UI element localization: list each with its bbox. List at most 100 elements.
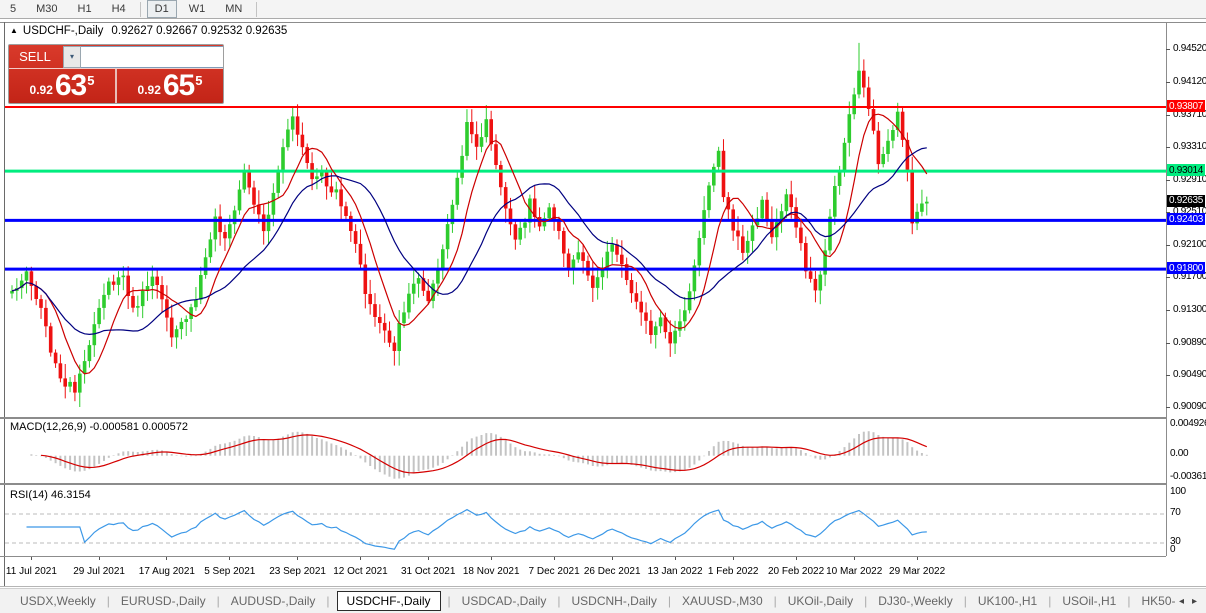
- tab-separator: |: [107, 594, 110, 608]
- date-label: 18 Nov 2021: [459, 566, 523, 577]
- timeframe-toolbar: 5M30 H1H4 D1W1MN: [0, 0, 1206, 19]
- macd-histogram: [30, 431, 927, 479]
- date-label: 31 Oct 2021: [396, 566, 460, 577]
- date-axis[interactable]: 11 Jul 202129 Jul 202117 Aug 20215 Sep 2…: [5, 556, 1166, 586]
- tab-xauusd-m30[interactable]: XAUUSD-,M30: [678, 592, 767, 610]
- price-tick: [1166, 310, 1170, 311]
- candles: [10, 43, 928, 407]
- timeframe-mn-button[interactable]: MN: [217, 0, 250, 18]
- rsi-axis-label: 70: [1170, 507, 1181, 518]
- price-tick-label: 0.93310: [1173, 141, 1206, 152]
- statusbar-separator: [0, 586, 1206, 587]
- price-level-label: 0.92403: [1167, 213, 1205, 225]
- price-tick-label: 0.94520: [1173, 43, 1206, 54]
- macd-axis-label: 0.00: [1170, 448, 1188, 459]
- tab-eurusd-daily[interactable]: EURUSD-,Daily: [117, 592, 210, 610]
- tab-separator: |: [774, 594, 777, 608]
- date-label: 17 Aug 2021: [135, 566, 199, 577]
- tab-uk100-h1[interactable]: UK100-,H1: [974, 592, 1041, 610]
- price-tick: [1166, 49, 1170, 50]
- date-label: 29 Jul 2021: [67, 566, 131, 577]
- price-tick: [1166, 245, 1170, 246]
- toolbar-separator: [256, 2, 257, 17]
- date-tick: [854, 557, 855, 560]
- tab-usdcnh-daily[interactable]: USDCNH-,Daily: [567, 592, 660, 610]
- macd-label: MACD(12,26,9) -0.000581 0.000572: [10, 421, 188, 433]
- price-tick-label: 0.92100: [1173, 239, 1206, 250]
- price-tick: [1166, 82, 1170, 83]
- price-tick: [1166, 277, 1170, 278]
- tab-separator: |: [668, 594, 671, 608]
- tab-separator: |: [964, 594, 967, 608]
- tab-hk50-h1[interactable]: HK50-,H1: [1137, 592, 1174, 610]
- date-label: 10 Mar 2022: [822, 566, 886, 577]
- moving-average-line: [12, 114, 927, 374]
- price-level-label: 0.93014: [1167, 164, 1205, 176]
- macd-panel-separator[interactable]: [0, 417, 1166, 419]
- tab-dj30-weekly[interactable]: DJ30-,Weekly: [874, 592, 956, 610]
- date-tick: [491, 557, 492, 560]
- date-label: 11 Jul 2021: [0, 566, 63, 577]
- price-tick-label: 0.94120: [1173, 76, 1206, 87]
- date-label: 20 Feb 2022: [764, 566, 828, 577]
- price-level-label: 0.92635: [1167, 195, 1205, 207]
- trading-terminal-window: 5M30H1H4D1W1MN ▲USDCHF-,Daily0.92627 0.9…: [0, 0, 1206, 613]
- date-tick: [166, 557, 167, 560]
- tab-usdchf-daily[interactable]: USDCHF-,Daily: [337, 591, 441, 611]
- rsi-indicator-canvas[interactable]: [5, 487, 1166, 556]
- date-label: 1 Feb 2022: [701, 566, 765, 577]
- tab-separator: |: [864, 594, 867, 608]
- date-label: 7 Dec 2021: [522, 566, 586, 577]
- date-tick: [733, 557, 734, 560]
- date-label: 12 Oct 2021: [329, 566, 393, 577]
- tab-ukoil-daily[interactable]: UKOil-,Daily: [784, 592, 857, 610]
- moving-average-line: [12, 148, 927, 335]
- date-label: 29 Mar 2022: [885, 566, 949, 577]
- tab-usoil-h1[interactable]: USOil-,H1: [1058, 592, 1120, 610]
- tab-audusd-daily[interactable]: AUDUSD-,Daily: [227, 592, 320, 610]
- tabs-scroll-left-icon[interactable]: ◂: [1175, 596, 1188, 607]
- rsi-label: RSI(14) 46.3154: [10, 489, 91, 501]
- date-tick: [554, 557, 555, 560]
- price-tick: [1166, 147, 1170, 148]
- timeframe-button-group: 5M30 H1H4 D1W1MN: [0, 0, 261, 18]
- tabs-scroll-right-icon[interactable]: ▸: [1188, 596, 1201, 607]
- date-tick: [297, 557, 298, 560]
- rsi-axis-label: 100: [1170, 486, 1186, 497]
- timeframe-w1-button[interactable]: W1: [181, 0, 214, 18]
- chart-tabs: USDX,Weekly | EURUSD-,Daily | AUDUSD-,Daily |…: [0, 591, 1175, 611]
- macd-signal-line: [41, 435, 927, 473]
- date-tick: [360, 557, 361, 560]
- price-tick: [1166, 375, 1170, 376]
- price-level-label: 0.91800: [1167, 262, 1205, 274]
- tab-separator: |: [1127, 594, 1130, 608]
- chart-window-top-border: [0, 22, 1206, 23]
- tab-separator: |: [217, 594, 220, 608]
- timeframe-h1-button[interactable]: H1: [70, 0, 100, 18]
- date-tick: [612, 557, 613, 560]
- main-chart-canvas[interactable]: [5, 30, 1166, 417]
- tab-usdx-weekly[interactable]: USDX,Weekly: [16, 592, 100, 610]
- timeframe-h4-button[interactable]: H4: [104, 0, 134, 18]
- timeframe-m30-button[interactable]: M30: [28, 0, 65, 18]
- rsi-panel-separator[interactable]: [0, 483, 1166, 485]
- date-tick: [229, 557, 230, 560]
- price-tick: [1166, 407, 1170, 408]
- price-tick: [1166, 115, 1170, 116]
- timeframe-d1-button[interactable]: D1: [147, 0, 177, 18]
- price-level-label: 0.93807: [1167, 100, 1205, 112]
- rsi-axis-label: 0: [1170, 544, 1175, 555]
- date-label: 23 Sep 2021: [266, 566, 330, 577]
- tab-separator: |: [326, 594, 329, 608]
- date-label: 5 Sep 2021: [198, 566, 262, 577]
- tab-separator: |: [557, 594, 560, 608]
- date-label: 26 Dec 2021: [580, 566, 644, 577]
- price-tick-label: 0.91300: [1173, 304, 1206, 315]
- date-tick: [917, 557, 918, 560]
- price-tick-label: 0.90490: [1173, 369, 1206, 380]
- date-tick: [428, 557, 429, 560]
- timeframe-5-button[interactable]: 5: [2, 0, 24, 18]
- tab-usdcad-daily[interactable]: USDCAD-,Daily: [458, 592, 551, 610]
- tab-separator: |: [448, 594, 451, 608]
- date-tick: [31, 557, 32, 560]
